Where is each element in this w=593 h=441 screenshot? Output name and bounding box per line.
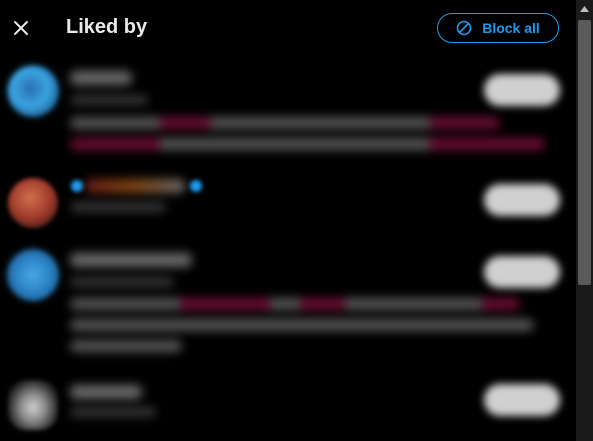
follow-button[interactable]	[484, 74, 560, 106]
user-bio	[70, 340, 182, 352]
user-handle	[70, 407, 156, 417]
scrollbar[interactable]	[576, 0, 593, 441]
user-display-name[interactable]	[70, 385, 142, 399]
chevron-up-icon	[580, 5, 589, 12]
user-row[interactable]	[0, 168, 576, 240]
follow-button[interactable]	[484, 256, 560, 288]
block-all-button[interactable]: Block all	[437, 13, 559, 43]
user-display-name[interactable]	[85, 179, 185, 193]
verified-badge-icon	[190, 180, 202, 192]
verified-badge-icon	[71, 180, 83, 192]
dialog-header: Liked by Block all	[0, 0, 576, 58]
user-avatar[interactable]	[8, 380, 58, 430]
user-handle	[70, 95, 148, 105]
user-avatar[interactable]	[8, 250, 58, 300]
user-avatar[interactable]	[8, 178, 58, 228]
liked-by-dialog: Liked by Block all	[0, 0, 576, 441]
user-handle	[70, 277, 174, 287]
user-row[interactable]	[0, 58, 576, 164]
user-display-name[interactable]	[70, 253, 192, 267]
user-bio	[70, 319, 534, 331]
user-display-name[interactable]	[70, 71, 132, 85]
block-icon	[456, 20, 472, 36]
user-row[interactable]	[0, 370, 576, 441]
scroll-thumb[interactable]	[578, 20, 591, 285]
follow-button[interactable]	[484, 384, 560, 416]
block-all-label: Block all	[482, 20, 540, 36]
user-bio	[70, 298, 520, 310]
user-row[interactable]	[0, 242, 576, 362]
user-bio	[70, 138, 545, 150]
close-icon	[14, 21, 28, 35]
close-button[interactable]	[7, 14, 35, 42]
user-avatar[interactable]	[8, 66, 58, 116]
dialog-title: Liked by	[66, 16, 148, 38]
user-handle	[70, 202, 166, 212]
user-bio	[70, 117, 500, 129]
follow-button[interactable]	[484, 184, 560, 216]
scroll-up-button[interactable]	[576, 0, 593, 17]
